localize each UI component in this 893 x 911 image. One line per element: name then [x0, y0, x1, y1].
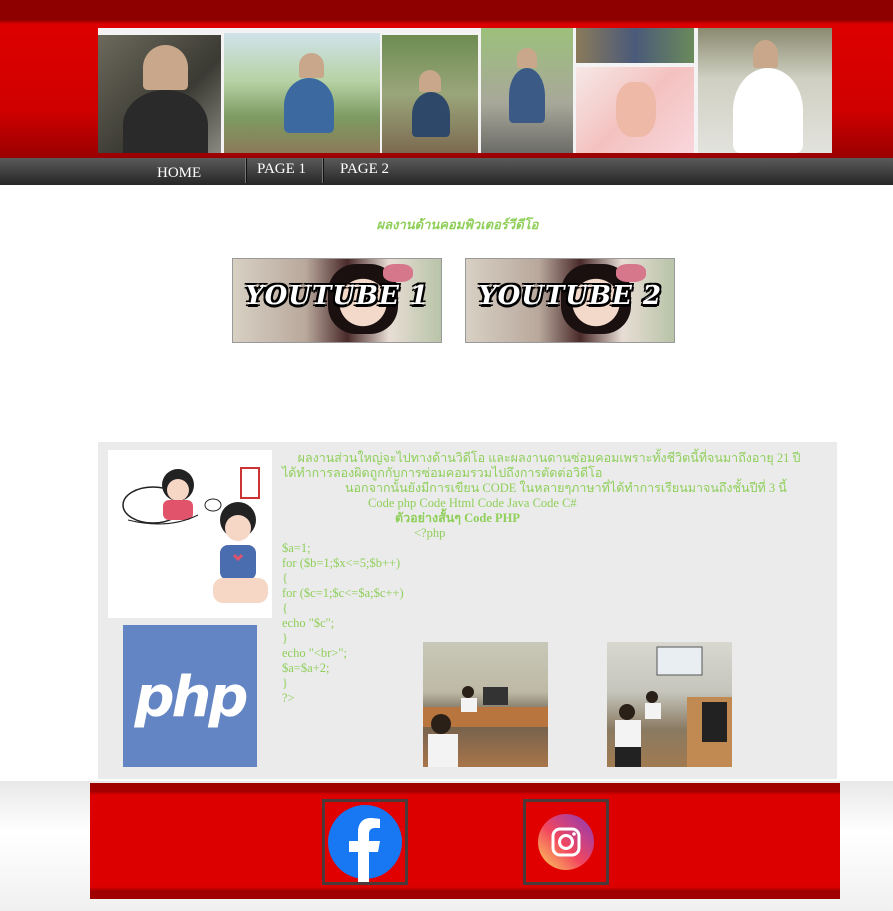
banner-photo-7 [698, 28, 832, 153]
facebook-link[interactable] [322, 799, 408, 885]
classroom-photo-1 [423, 642, 548, 767]
code-line: ?> [282, 691, 295, 705]
youtube-label-2: YOUTUBE 2 [478, 281, 662, 311]
nav-divider [322, 158, 324, 183]
banner-photo-6 [576, 67, 694, 153]
code-line: echo "<br>"; [282, 646, 347, 660]
main-nav: HOME PAGE 1 PAGE 2 [0, 158, 893, 185]
code-line: { [282, 571, 288, 585]
about-paragraph-line-2: ได้ทำการลองผิดถูกกับการซ่อมคอมรวมไปถึงกา… [282, 466, 603, 480]
instagram-link[interactable] [523, 799, 609, 885]
nav-page-1[interactable]: PAGE 1 [257, 158, 306, 183]
code-example-heading: ตัวอย่างสั้นๆ Code PHP [395, 511, 520, 525]
footer-band [90, 783, 840, 899]
code-line: { [282, 601, 288, 615]
banner-photo-1 [98, 35, 221, 153]
php-logo-text: php [134, 665, 248, 730]
youtube-label-1: YOUTUBE 1 [245, 281, 429, 311]
code-line: $a=1; [282, 541, 311, 555]
thumbnail-bow [383, 264, 413, 282]
code-line: } [282, 676, 288, 690]
classroom-photo-2 [607, 642, 732, 767]
banner-photo-4 [481, 28, 573, 153]
instagram-icon [538, 814, 594, 870]
thumbnail-bow [616, 264, 646, 282]
about-paragraph-line-3: นอกจากนั้นยังมีการเขียน CODE ในหลายๆภาษา… [345, 481, 787, 495]
youtube-link-2[interactable]: YOUTUBE 2 [465, 258, 675, 343]
banner-photo-5 [576, 28, 694, 63]
cartoon-image [108, 450, 272, 618]
code-open-tag: <?php [414, 526, 446, 540]
nav-divider [245, 158, 247, 183]
nav-home[interactable]: HOME [157, 162, 201, 187]
header-banner-collage [98, 28, 832, 153]
facebook-icon [328, 805, 402, 882]
php-logo: php [123, 625, 257, 767]
banner-photo-2 [224, 33, 380, 153]
code-line: for ($c=1;$c<=$a;$c++) [282, 586, 404, 600]
code-line: } [282, 631, 288, 645]
code-line: echo "$c"; [282, 616, 335, 630]
nav-page-2[interactable]: PAGE 2 [340, 158, 389, 183]
code-line: $a=$a+2; [282, 661, 330, 675]
about-paragraph-line-1: ผลงานส่วนใหญ่จะไปทางด้านวิดีโอ และผลงานด… [282, 451, 801, 465]
about-paragraph-line-4: Code php Code Html Code Java Code C# [368, 496, 577, 510]
banner-photo-3 [382, 35, 478, 153]
code-line: for ($b=1;$x<=5;$b++) [282, 556, 401, 570]
section-title: ผลงานด้านคอมพิวเตอร์วีดีโอ [376, 218, 539, 233]
youtube-link-1[interactable]: YOUTUBE 1 [232, 258, 442, 343]
